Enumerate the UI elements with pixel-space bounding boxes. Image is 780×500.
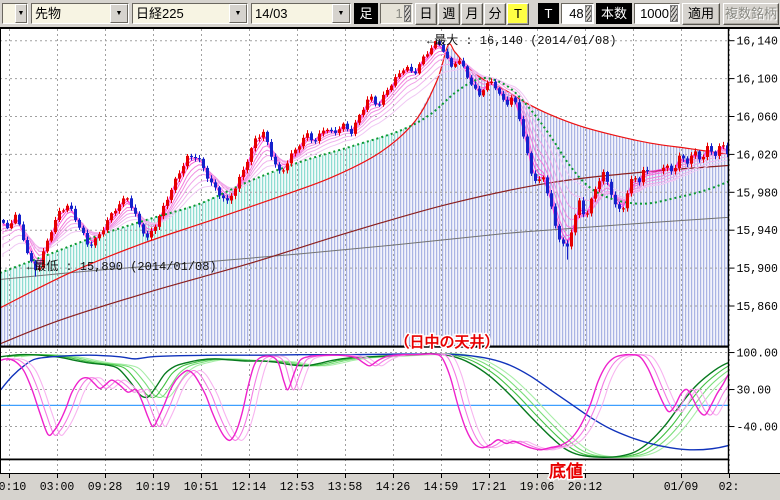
svg-text:12:53: 12:53: [280, 481, 315, 494]
svg-text:16,020: 16,020: [737, 149, 779, 162]
svg-text:19:06: 19:06: [520, 481, 555, 494]
svg-text:30.00: 30.00: [737, 385, 772, 398]
svg-text:100.00: 100.00: [737, 348, 779, 361]
svg-text:15,900: 15,900: [737, 263, 779, 276]
svg-text:16,140: 16,140: [737, 36, 779, 49]
svg-text:02:: 02:: [719, 481, 740, 494]
svg-text:12:14: 12:14: [232, 481, 267, 494]
oscillator-lines: [0, 354, 779, 458]
time-axis-labels: 00:10 03:00 09:28 10:19 10:51 12:14 12:53 13:58…: [0, 473, 780, 500]
svg-text:16,100: 16,100: [737, 74, 779, 87]
svg-text:00:10: 00:10: [0, 481, 26, 494]
svg-text:15,940: 15,940: [737, 225, 779, 238]
svg-text:←最大 : 16,140 (2014/01/08): ←最大 : 16,140 (2014/01/08): [427, 33, 617, 48]
svg-text:17:21: 17:21: [472, 481, 507, 494]
svg-text:01/09: 01/09: [664, 481, 699, 494]
svg-text:15,860: 15,860: [737, 301, 779, 314]
svg-text:（日中の天井）: （日中の天井）: [394, 333, 499, 351]
svg-text:底値: 底値: [549, 461, 583, 481]
svg-text:10:51: 10:51: [184, 481, 219, 494]
svg-text:20:12: 20:12: [568, 481, 603, 494]
svg-text:13:58: 13:58: [328, 481, 363, 494]
svg-text:←最低 : 15,890 (2014/01/08): ←最低 : 15,890 (2014/01/08): [27, 259, 217, 274]
svg-text:16,060: 16,060: [737, 112, 779, 125]
svg-text:15,980: 15,980: [737, 187, 779, 200]
svg-text:10:19: 10:19: [136, 481, 171, 494]
svg-text:09:28: 09:28: [88, 481, 123, 494]
svg-text:14:26: 14:26: [376, 481, 411, 494]
svg-text:-40.00: -40.00: [737, 422, 779, 435]
svg-text:14:59: 14:59: [424, 481, 459, 494]
svg-text:03:00: 03:00: [40, 481, 75, 494]
price-axis-labels: 16,140 16,100 16,060 16,020 15,980 15,940 15,9…: [729, 36, 779, 435]
chart-canvas[interactable]: 16,140 16,100 16,060 16,020 15,980 15,940 15,9…: [0, 0, 780, 500]
